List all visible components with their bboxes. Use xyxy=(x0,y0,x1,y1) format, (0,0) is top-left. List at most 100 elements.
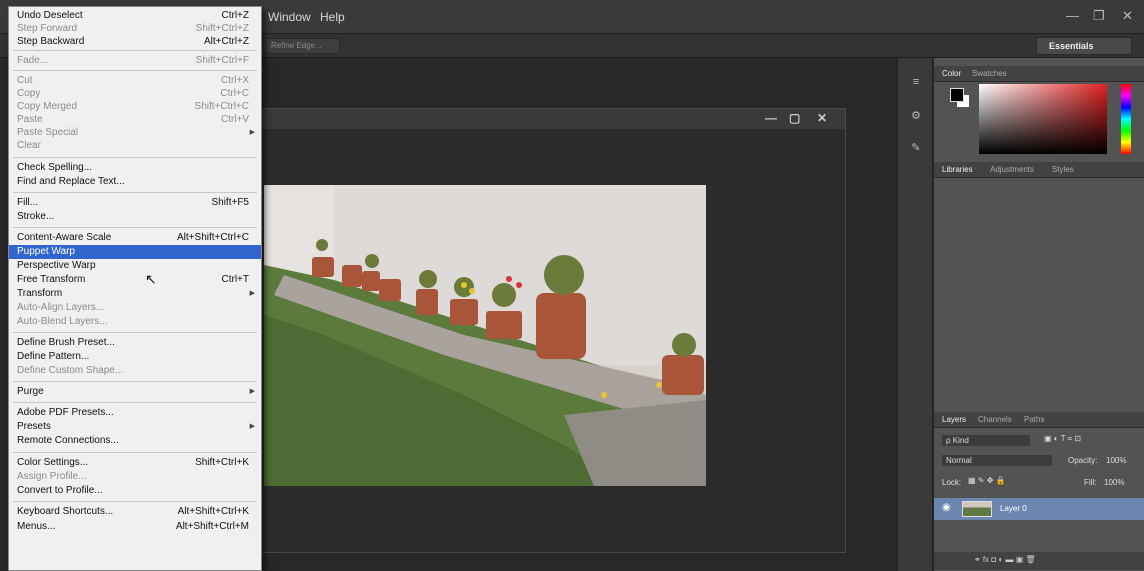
menu-item-step-forward[interactable]: Step Forward Shift+Ctrl+Z xyxy=(9,22,261,36)
menu-item-pdf-presets[interactable]: Adobe PDF Presets... xyxy=(9,406,261,420)
kind-filter-select[interactable]: ρ Kind xyxy=(942,435,1030,446)
menu-item-label: Purge xyxy=(17,386,44,397)
menu-item-cut[interactable]: Cut Ctrl+X xyxy=(9,74,261,88)
doc-maximize-icon[interactable]: ▢ xyxy=(789,111,800,125)
menu-item-perspective-warp[interactable]: Perspective Warp xyxy=(9,259,261,273)
menu-item-puppet-warp[interactable]: Puppet Warp xyxy=(9,245,261,259)
menu-item-shortcut: Ctrl+X xyxy=(220,75,249,86)
menu-item-label: Define Custom Shape... xyxy=(17,365,124,376)
edit-menu: Undo Deselect Ctrl+Z Step Forward Shift+Ctr… xyxy=(8,6,262,571)
menu-item-find-replace[interactable]: Find and Replace Text... xyxy=(9,175,261,189)
menu-item-label: Convert to Profile... xyxy=(17,485,103,496)
menu-item-label: Step Backward xyxy=(17,36,85,47)
close-icon[interactable]: ✕ xyxy=(1122,8,1133,24)
menu-item-copy-merged[interactable]: Copy Merged Shift+Ctrl+C xyxy=(9,100,261,114)
menu-item-stroke[interactable]: Stroke... xyxy=(9,210,261,224)
menu-item-remote-connections[interactable]: Remote Connections... xyxy=(9,434,261,448)
menu-item-label: Fill... xyxy=(17,197,39,208)
minimize-icon[interactable]: — xyxy=(1066,8,1079,23)
tab-paths[interactable]: Paths xyxy=(1024,415,1044,424)
lock-row: Lock: ▦ ✎ ✥ 🔒 Fill: 100% xyxy=(934,474,1144,492)
menu-item-color-settings[interactable]: Color Settings... Shift+Ctrl+K xyxy=(9,456,261,470)
tab-adjustments[interactable]: Adjustments xyxy=(990,165,1034,174)
visibility-eye-icon[interactable]: ◉ xyxy=(942,502,951,513)
menu-item-assign-profile[interactable]: Assign Profile... xyxy=(9,470,261,484)
opacity-input[interactable]: 100% xyxy=(1106,456,1126,465)
menu-item-paste[interactable]: Paste Ctrl+V xyxy=(9,113,261,127)
tab-layers[interactable]: Layers xyxy=(942,415,966,424)
layer-filter-row: ρ Kind ▣ ◐ T ⌗ ⊡ xyxy=(934,432,1144,450)
menu-item-auto-align[interactable]: Auto-Align Layers... xyxy=(9,301,261,315)
menu-item-define-pattern[interactable]: Define Pattern... xyxy=(9,350,261,364)
tab-libraries[interactable]: Libraries xyxy=(942,165,973,174)
menu-item-label: Perspective Warp xyxy=(17,260,96,271)
tab-swatches[interactable]: Swatches xyxy=(972,69,1007,78)
menu-item-shortcut: Shift+F5 xyxy=(211,197,249,208)
brush-icon[interactable]: ✎ xyxy=(906,138,926,158)
hue-slider[interactable] xyxy=(1121,84,1131,154)
menu-item-paste-special[interactable]: Paste Special ▶ xyxy=(9,126,261,140)
menu-separator xyxy=(13,50,257,51)
fill-input[interactable]: 100% xyxy=(1104,478,1124,487)
canvas-photo[interactable] xyxy=(264,185,706,486)
menu-item-shortcut: Ctrl+T xyxy=(221,274,250,285)
submenu-arrow-icon: ▶ xyxy=(249,129,255,136)
menu-item-auto-blend[interactable]: Auto-Blend Layers... xyxy=(9,315,261,329)
menu-item-label: Cut xyxy=(17,75,33,86)
blend-mode-select[interactable]: Normal xyxy=(942,455,1052,466)
tab-styles[interactable]: Styles xyxy=(1052,165,1074,174)
menu-separator xyxy=(13,402,257,403)
lock-icons[interactable]: ▦ ✎ ✥ 🔒 xyxy=(968,476,1006,485)
refine-edge-button[interactable]: Refine Edge... xyxy=(266,38,340,54)
menu-item-label: Stroke... xyxy=(17,211,55,222)
menu-item-menus[interactable]: Menus... Alt+Shift+Ctrl+M xyxy=(9,520,261,534)
menu-item-undo[interactable]: Undo Deselect Ctrl+Z xyxy=(9,9,261,23)
menu-item-label: Keyboard Shortcuts... xyxy=(17,506,114,517)
menu-item-convert-profile[interactable]: Convert to Profile... xyxy=(9,484,261,498)
fill-label: Fill: xyxy=(1084,478,1097,487)
foreground-swatch[interactable] xyxy=(950,88,964,102)
layer-row[interactable]: ◉ Layer 0 xyxy=(934,498,1144,520)
history-icon[interactable]: ≡ xyxy=(906,72,926,92)
submenu-arrow-icon: ▶ xyxy=(249,423,255,430)
menu-item-keyboard-shortcuts[interactable]: Keyboard Shortcuts... Alt+Shift+Ctrl+K xyxy=(9,505,261,519)
layers-panel-tabs: Layers Channels Paths xyxy=(934,412,1144,428)
tab-channels[interactable]: Channels xyxy=(978,415,1012,424)
menu-item-check-spelling[interactable]: Check Spelling... xyxy=(9,161,261,175)
menu-help[interactable]: Help xyxy=(320,10,345,24)
restore-icon[interactable]: ❐ xyxy=(1093,8,1105,24)
doc-close-icon[interactable]: ✕ xyxy=(817,111,827,125)
layer-name[interactable]: Layer 0 xyxy=(1000,504,1027,513)
document-titlebar[interactable]: — ▢ ✕ xyxy=(231,109,845,129)
tab-color[interactable]: Color xyxy=(942,69,961,78)
menu-item-free-transform[interactable]: Free Transform Ctrl+T xyxy=(9,273,261,287)
menu-item-define-custom-shape[interactable]: Define Custom Shape... xyxy=(9,364,261,378)
menu-separator xyxy=(13,227,257,228)
menu-item-transform[interactable]: Transform ▶ xyxy=(9,287,261,301)
menu-item-label: Step Forward xyxy=(17,23,78,34)
menu-item-copy[interactable]: Copy Ctrl+C xyxy=(9,87,261,101)
menu-item-fade[interactable]: Fade... Shift+Ctrl+F xyxy=(9,54,261,68)
layer-actions-icons[interactable]: ⚭ fx ◘ ◐ ▬ ▣ 🗑 xyxy=(974,555,1036,564)
menu-item-label: Presets xyxy=(17,421,51,432)
menu-item-label: Auto-Blend Layers... xyxy=(17,316,108,327)
workspace-switcher[interactable]: Essentials xyxy=(1036,37,1132,55)
menu-item-define-brush[interactable]: Define Brush Preset... xyxy=(9,336,261,350)
menu-item-presets[interactable]: Presets ▶ xyxy=(9,420,261,434)
menu-item-label: Define Pattern... xyxy=(17,351,90,362)
menu-item-step-backward[interactable]: Step Backward Alt+Ctrl+Z xyxy=(9,35,261,49)
menu-item-content-aware-scale[interactable]: Content-Aware Scale Alt+Shift+Ctrl+C xyxy=(9,231,261,245)
doc-minimize-icon[interactable]: — xyxy=(765,111,777,125)
menu-item-purge[interactable]: Purge ▶ xyxy=(9,385,261,399)
blend-row: Normal Opacity: 100% xyxy=(934,452,1144,470)
menu-item-label: Transform xyxy=(17,288,63,299)
menu-item-clear[interactable]: Clear xyxy=(9,139,261,153)
garden-photo xyxy=(264,185,706,486)
menu-item-fill[interactable]: Fill... Shift+F5 xyxy=(9,196,261,210)
menu-window[interactable]: Window xyxy=(268,10,311,24)
layers-footer: ⚭ fx ◘ ◐ ▬ ▣ 🗑 xyxy=(934,552,1144,570)
properties-icon[interactable]: ⚙ xyxy=(906,106,926,126)
menu-item-shortcut: Alt+Shift+Ctrl+M xyxy=(175,521,249,532)
color-spectrum[interactable] xyxy=(979,84,1107,154)
filter-icons[interactable]: ▣ ◐ T ⌗ ⊡ xyxy=(1044,434,1081,444)
